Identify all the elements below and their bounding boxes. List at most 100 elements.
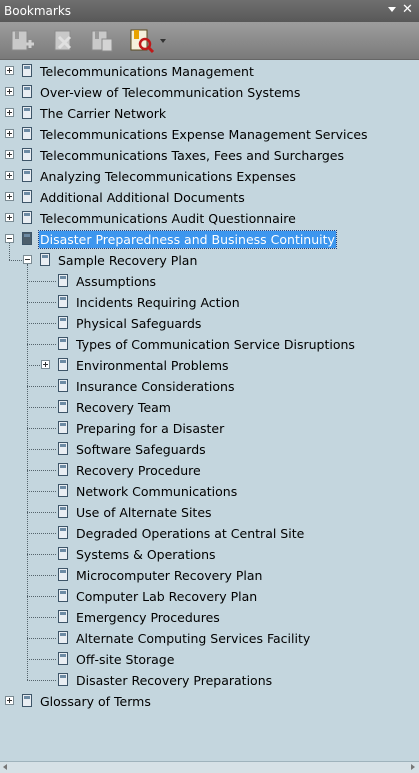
bookmark-label[interactable]: The Carrier Network bbox=[39, 105, 167, 122]
options-dropdown-arrow-icon[interactable] bbox=[160, 39, 166, 43]
bookmark-item[interactable]: Incidents Requiring Action bbox=[0, 292, 419, 313]
bookmark-label[interactable]: Network Communications bbox=[75, 483, 238, 500]
bookmark-item[interactable]: Network Communications bbox=[0, 481, 419, 502]
tree-connector-line bbox=[27, 281, 56, 282]
collapse-minus-icon[interactable] bbox=[23, 255, 32, 264]
bookmark-item[interactable]: Software Safeguards bbox=[0, 439, 419, 460]
bookmark-item[interactable]: Disaster Recovery Preparations bbox=[0, 670, 419, 691]
bookmark-item[interactable]: The Carrier Network bbox=[0, 103, 419, 124]
expand-plus-icon[interactable] bbox=[5, 150, 14, 159]
bookmark-label[interactable]: Physical Safeguards bbox=[75, 315, 202, 332]
tree-connector-line bbox=[27, 386, 56, 387]
bookmark-item[interactable]: Telecommunications Expense Management Se… bbox=[0, 124, 419, 145]
bookmark-label[interactable]: Telecommunications Taxes, Fees and Surch… bbox=[39, 147, 345, 164]
bookmark-label[interactable]: Degraded Operations at Central Site bbox=[75, 525, 305, 542]
bookmark-label[interactable]: Software Safeguards bbox=[75, 441, 207, 458]
bookmark-item[interactable]: Recovery Procedure bbox=[0, 460, 419, 481]
bookmark-item[interactable]: Preparing for a Disaster bbox=[0, 418, 419, 439]
delete-bookmark-button[interactable] bbox=[50, 27, 78, 55]
bookmark-item[interactable]: Emergency Procedures bbox=[0, 607, 419, 628]
bookmark-icon bbox=[58, 484, 68, 497]
bookmark-item[interactable]: Analyzing Telecommunications Expenses bbox=[0, 166, 419, 187]
bookmark-label[interactable]: Assumptions bbox=[75, 273, 157, 290]
expand-plus-icon[interactable] bbox=[5, 213, 14, 222]
bookmark-item[interactable]: Additional Additional Documents bbox=[0, 187, 419, 208]
bookmark-label[interactable]: Over-view of Telecommunication Systems bbox=[39, 84, 301, 101]
bookmark-label[interactable]: Disaster Recovery Preparations bbox=[75, 672, 273, 689]
bookmark-item[interactable]: Computer Lab Recovery Plan bbox=[0, 586, 419, 607]
scroll-right-arrow-icon[interactable] bbox=[411, 764, 415, 770]
bookmark-item[interactable]: Disaster Preparedness and Business Conti… bbox=[0, 229, 419, 250]
bookmark-item[interactable]: Systems & Operations bbox=[0, 544, 419, 565]
bookmark-item[interactable]: Over-view of Telecommunication Systems bbox=[0, 82, 419, 103]
bookmark-item[interactable]: Telecommunications Taxes, Fees and Surch… bbox=[0, 145, 419, 166]
delete-bookmark-icon bbox=[54, 30, 72, 51]
bookmark-label[interactable]: Incidents Requiring Action bbox=[75, 294, 241, 311]
bookmark-icon bbox=[58, 547, 68, 560]
bookmark-label[interactable]: Microcomputer Recovery Plan bbox=[75, 567, 263, 584]
bookmark-icon bbox=[22, 211, 32, 224]
bookmark-item[interactable]: Telecommunications Management bbox=[0, 61, 419, 82]
bookmark-label[interactable]: Sample Recovery Plan bbox=[57, 252, 198, 269]
tree-connector-line bbox=[27, 512, 56, 513]
bookmark-label[interactable]: Systems & Operations bbox=[75, 546, 217, 563]
bookmark-label[interactable]: Telecommunications Expense Management Se… bbox=[39, 126, 369, 143]
bookmarks-tree: Telecommunications Management Over-view o… bbox=[0, 61, 419, 761]
bookmark-label[interactable]: Additional Additional Documents bbox=[39, 189, 246, 206]
bookmark-label[interactable]: Analyzing Telecommunications Expenses bbox=[39, 168, 297, 185]
bookmark-item[interactable]: Assumptions bbox=[0, 271, 419, 292]
bookmark-label[interactable]: Alternate Computing Services Facility bbox=[75, 630, 311, 647]
bookmark-label[interactable]: Types of Communication Service Disruptio… bbox=[75, 336, 356, 353]
expand-plus-icon[interactable] bbox=[5, 66, 14, 75]
expand-plus-icon[interactable] bbox=[5, 171, 14, 180]
bookmark-icon bbox=[58, 673, 68, 686]
tree-connector-line bbox=[27, 659, 56, 660]
bookmark-label[interactable]: Telecommunications Audit Questionnaire bbox=[39, 210, 297, 227]
bookmark-label[interactable]: Telecommunications Management bbox=[39, 63, 255, 80]
bookmark-item[interactable]: Degraded Operations at Central Site bbox=[0, 523, 419, 544]
bookmark-item[interactable]: Glossary of Terms bbox=[0, 691, 419, 712]
bookmark-label[interactable]: Glossary of Terms bbox=[39, 693, 152, 710]
bookmark-item[interactable]: Physical Safeguards bbox=[0, 313, 419, 334]
bookmark-item[interactable]: Alternate Computing Services Facility bbox=[0, 628, 419, 649]
expand-plus-icon[interactable] bbox=[5, 87, 14, 96]
bookmark-label[interactable]: Emergency Procedures bbox=[75, 609, 221, 626]
new-bookmark-button[interactable] bbox=[8, 27, 36, 55]
tree-connector-line bbox=[27, 470, 56, 471]
bookmark-item[interactable]: Insurance Considerations bbox=[0, 376, 419, 397]
bookmark-label[interactable]: Environmental Problems bbox=[75, 357, 230, 374]
tree-connector-line bbox=[27, 449, 56, 450]
bookmark-item[interactable]: Recovery Team bbox=[0, 397, 419, 418]
expand-plus-icon[interactable] bbox=[5, 696, 14, 705]
expand-plus-icon[interactable] bbox=[5, 108, 14, 117]
bookmark-label[interactable]: Use of Alternate Sites bbox=[75, 504, 213, 521]
expand-plus-icon[interactable] bbox=[5, 129, 14, 138]
bookmark-label[interactable]: Recovery Team bbox=[75, 399, 172, 416]
close-icon[interactable]: ✕ bbox=[402, 2, 413, 18]
collapse-minus-icon[interactable] bbox=[5, 234, 14, 243]
bookmark-page-button[interactable] bbox=[88, 27, 116, 55]
bookmark-item[interactable]: Sample Recovery Plan bbox=[0, 250, 419, 271]
horizontal-scrollbar[interactable] bbox=[0, 761, 419, 773]
tree-connector-line bbox=[27, 596, 56, 597]
bookmark-item[interactable]: Telecommunications Audit Questionnaire bbox=[0, 208, 419, 229]
expand-plus-icon[interactable] bbox=[41, 360, 50, 369]
panel-menu-arrow-icon[interactable] bbox=[388, 7, 396, 12]
bookmark-item[interactable]: Types of Communication Service Disruptio… bbox=[0, 334, 419, 355]
bookmark-icon bbox=[58, 442, 68, 455]
bookmark-label[interactable]: Recovery Procedure bbox=[75, 462, 202, 479]
bookmark-item[interactable]: Environmental Problems bbox=[0, 355, 419, 376]
scroll-left-arrow-icon[interactable] bbox=[3, 764, 7, 770]
bookmark-label[interactable]: Preparing for a Disaster bbox=[75, 420, 225, 437]
bookmark-options-button[interactable] bbox=[128, 27, 156, 55]
bookmark-label[interactable]: Computer Lab Recovery Plan bbox=[75, 588, 258, 605]
bookmark-label[interactable]: Off-site Storage bbox=[75, 651, 175, 668]
bookmark-label[interactable]: Disaster Preparedness and Business Conti… bbox=[38, 230, 337, 249]
tree-connector-line bbox=[27, 680, 56, 681]
bookmark-item[interactable]: Use of Alternate Sites bbox=[0, 502, 419, 523]
expand-plus-icon[interactable] bbox=[5, 192, 14, 201]
bookmark-item[interactable]: Off-site Storage bbox=[0, 649, 419, 670]
tree-connector-line bbox=[27, 323, 56, 324]
bookmark-item[interactable]: Microcomputer Recovery Plan bbox=[0, 565, 419, 586]
bookmark-label[interactable]: Insurance Considerations bbox=[75, 378, 235, 395]
